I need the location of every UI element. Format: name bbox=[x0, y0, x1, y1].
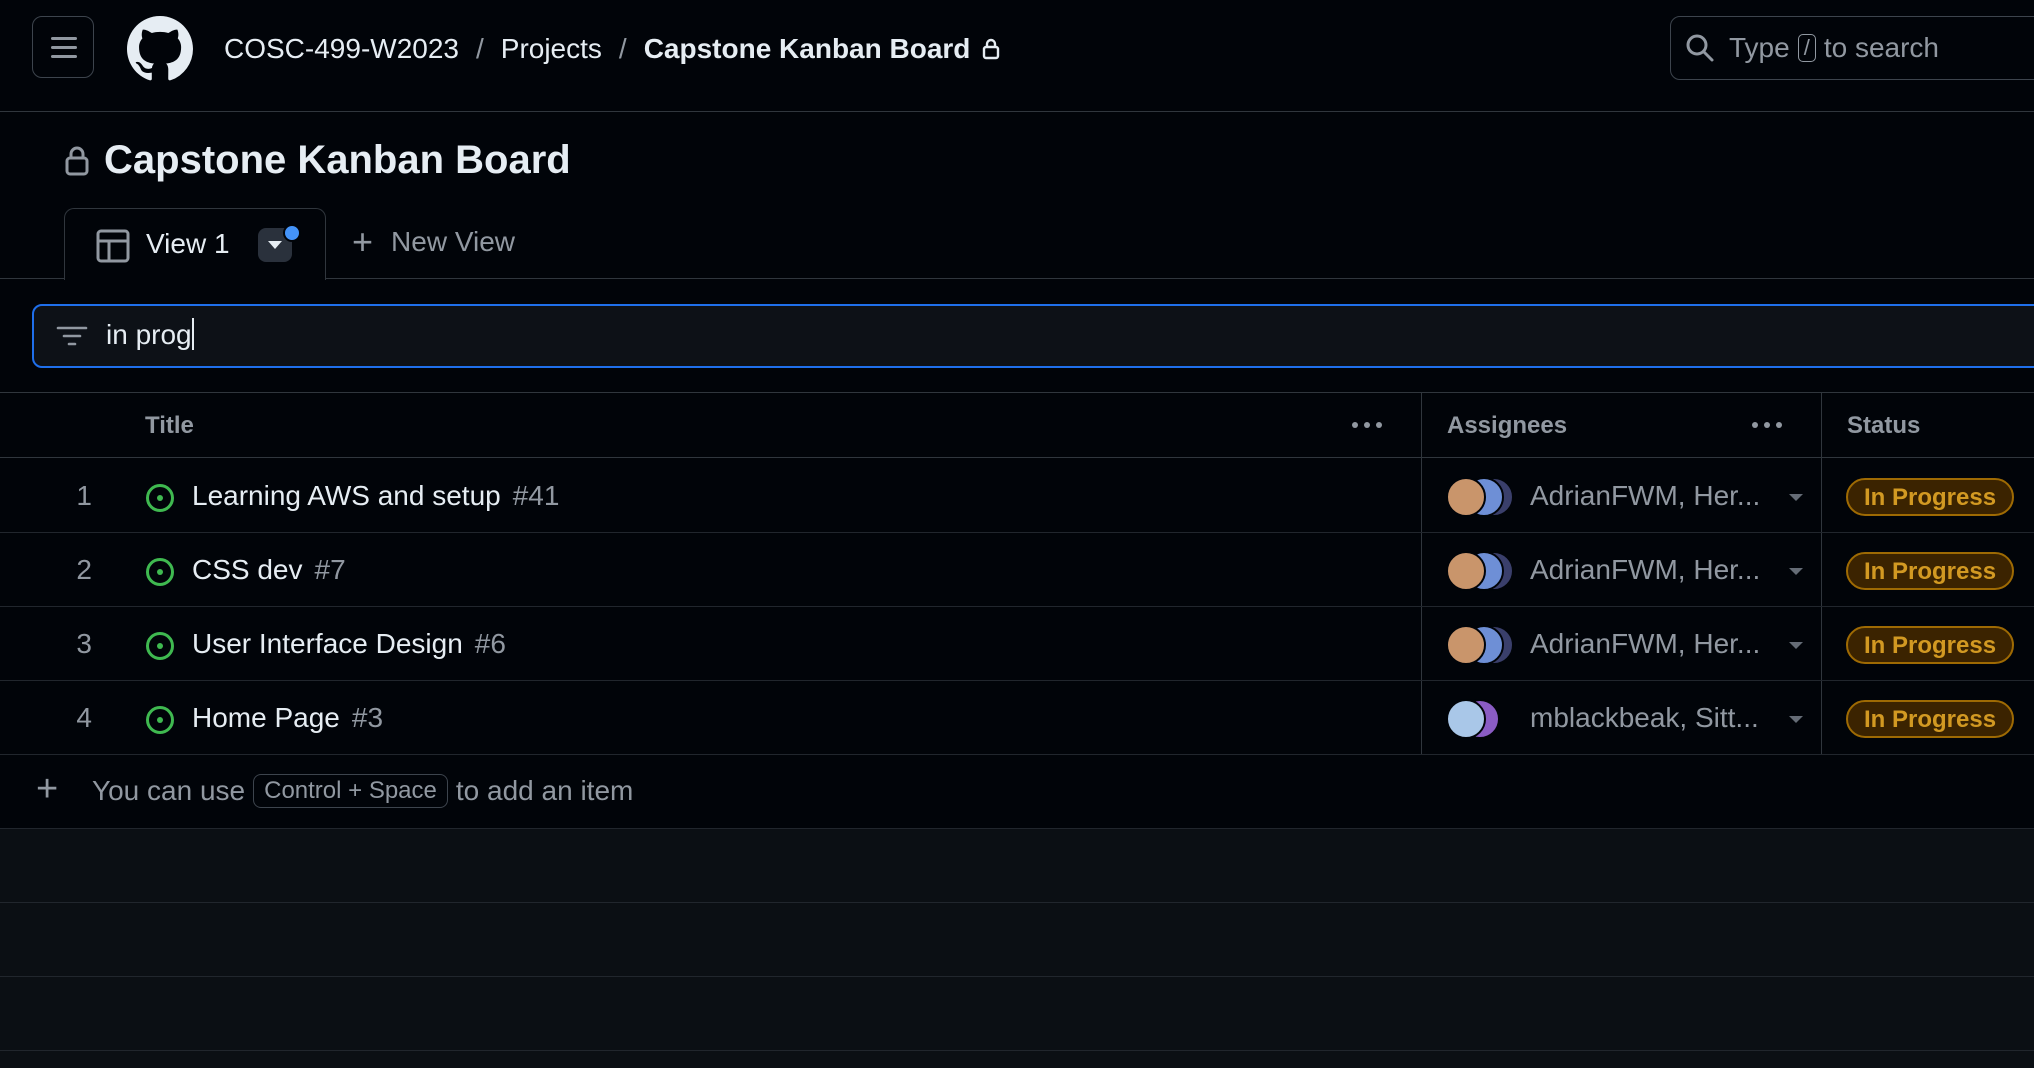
status-badge[interactable]: In Progress bbox=[1846, 626, 2015, 664]
keyboard-shortcut: Control + Space bbox=[253, 774, 448, 808]
title-column-menu-icon[interactable] bbox=[1352, 422, 1382, 428]
assignee-avatars bbox=[1446, 699, 1506, 739]
assignee-avatars bbox=[1446, 551, 1516, 591]
issue-title[interactable]: User Interface Design bbox=[192, 628, 463, 659]
column-header-title[interactable]: Title bbox=[145, 412, 194, 440]
column-divider bbox=[1821, 393, 1822, 755]
column-divider bbox=[1421, 393, 1422, 755]
chevron-down-icon[interactable] bbox=[1789, 568, 1803, 575]
row-number: 3 bbox=[76, 628, 92, 659]
breadcrumb-separator: / bbox=[618, 33, 627, 64]
plus-icon: + bbox=[352, 221, 374, 262]
table-row-title[interactable]: CSS dev #7 bbox=[192, 554, 346, 586]
chevron-down-icon[interactable] bbox=[1789, 494, 1803, 501]
assignees-names[interactable]: AdrianFWM, Her... bbox=[1530, 628, 1760, 660]
filter-input[interactable] bbox=[32, 304, 2034, 368]
assignees-column-menu-icon[interactable] bbox=[1752, 422, 1782, 428]
row-divider bbox=[0, 680, 2034, 681]
row-divider bbox=[0, 902, 2034, 903]
filter-query[interactable]: in prog bbox=[106, 318, 194, 351]
table-row-title[interactable]: Learning AWS and setup #41 bbox=[192, 480, 559, 512]
chevron-down-icon[interactable] bbox=[1789, 642, 1803, 649]
issue-number: #41 bbox=[512, 480, 560, 511]
page-title: Capstone Kanban Board bbox=[104, 138, 571, 182]
column-header-status[interactable]: Status bbox=[1847, 412, 1920, 440]
status-badge[interactable]: In Progress bbox=[1846, 552, 2015, 590]
tab-view-1-label[interactable]: View 1 bbox=[146, 228, 230, 260]
status-badge[interactable]: In Progress bbox=[1846, 478, 2015, 516]
search-icon bbox=[1685, 33, 1715, 63]
table-row-title[interactable]: User Interface Design #6 bbox=[192, 628, 506, 660]
search-shortcut-key: / bbox=[1797, 34, 1816, 62]
breadcrumb-separator: / bbox=[475, 33, 484, 64]
assignees-names[interactable]: mblackbeak, Sitt... bbox=[1530, 702, 1759, 734]
column-header-assignees[interactable]: Assignees bbox=[1447, 412, 1567, 440]
issue-title[interactable]: Home Page bbox=[192, 702, 340, 733]
row-number: 1 bbox=[76, 480, 92, 511]
global-search-input[interactable]: Type / to search bbox=[1670, 16, 2034, 80]
issue-number: #7 bbox=[314, 554, 346, 585]
assignee-avatars bbox=[1446, 477, 1516, 517]
private-lock-icon bbox=[64, 145, 90, 182]
issue-title[interactable]: Learning AWS and setup bbox=[192, 480, 501, 511]
add-item-plus-icon[interactable]: + bbox=[36, 768, 58, 811]
table-top-border bbox=[0, 392, 2034, 393]
assignee-avatars bbox=[1446, 625, 1516, 665]
issue-title[interactable]: CSS dev bbox=[192, 554, 303, 585]
open-issue-icon bbox=[146, 632, 174, 660]
search-placeholder-prefix: Type bbox=[1729, 32, 1790, 63]
breadcrumb-current-project[interactable]: Capstone Kanban Board bbox=[644, 33, 971, 65]
status-badge[interactable]: In Progress bbox=[1846, 700, 2015, 738]
table-row-title[interactable]: Home Page #3 bbox=[192, 702, 383, 734]
add-item-suffix: to add an item bbox=[455, 775, 634, 806]
github-logo-icon[interactable] bbox=[127, 16, 193, 82]
open-issue-icon bbox=[146, 706, 174, 734]
filter-icon bbox=[56, 324, 88, 353]
new-view-label: New View bbox=[391, 226, 516, 257]
empty-table-area bbox=[0, 829, 2034, 1068]
search-placeholder-suffix: to search bbox=[1823, 32, 1939, 63]
lock-icon bbox=[982, 37, 1000, 61]
issue-number: #3 bbox=[351, 702, 384, 733]
table-view-icon bbox=[96, 229, 130, 268]
row-divider bbox=[0, 754, 2034, 755]
table-header-border bbox=[0, 457, 2034, 458]
row-divider bbox=[0, 532, 2034, 533]
row-number: 4 bbox=[76, 702, 92, 733]
add-item-row[interactable]: You can use Control + Space to add an it… bbox=[92, 774, 633, 808]
row-divider bbox=[0, 976, 2034, 977]
open-issue-icon bbox=[146, 558, 174, 586]
new-view-button[interactable]: + New View bbox=[352, 221, 516, 262]
breadcrumb: COSC-499-W2023 / Projects / Capstone Kan… bbox=[224, 29, 1000, 69]
hamburger-menu-button[interactable] bbox=[32, 16, 94, 78]
row-number: 2 bbox=[76, 554, 92, 585]
issue-number: #6 bbox=[474, 628, 506, 659]
text-caret bbox=[191, 318, 194, 350]
breadcrumb-projects-link[interactable]: Projects bbox=[501, 33, 602, 65]
assignees-names[interactable]: AdrianFWM, Her... bbox=[1530, 480, 1760, 512]
unsaved-changes-indicator bbox=[283, 224, 301, 242]
row-divider bbox=[0, 1050, 2034, 1051]
open-issue-icon bbox=[146, 484, 174, 512]
filter-query-text: in prog bbox=[106, 319, 192, 350]
breadcrumb-org-link[interactable]: COSC-499-W2023 bbox=[224, 33, 459, 65]
chevron-down-icon[interactable] bbox=[1789, 716, 1803, 723]
add-item-prefix: You can use bbox=[92, 775, 246, 806]
row-divider bbox=[0, 606, 2034, 607]
assignees-names[interactable]: AdrianFWM, Her... bbox=[1530, 554, 1760, 586]
